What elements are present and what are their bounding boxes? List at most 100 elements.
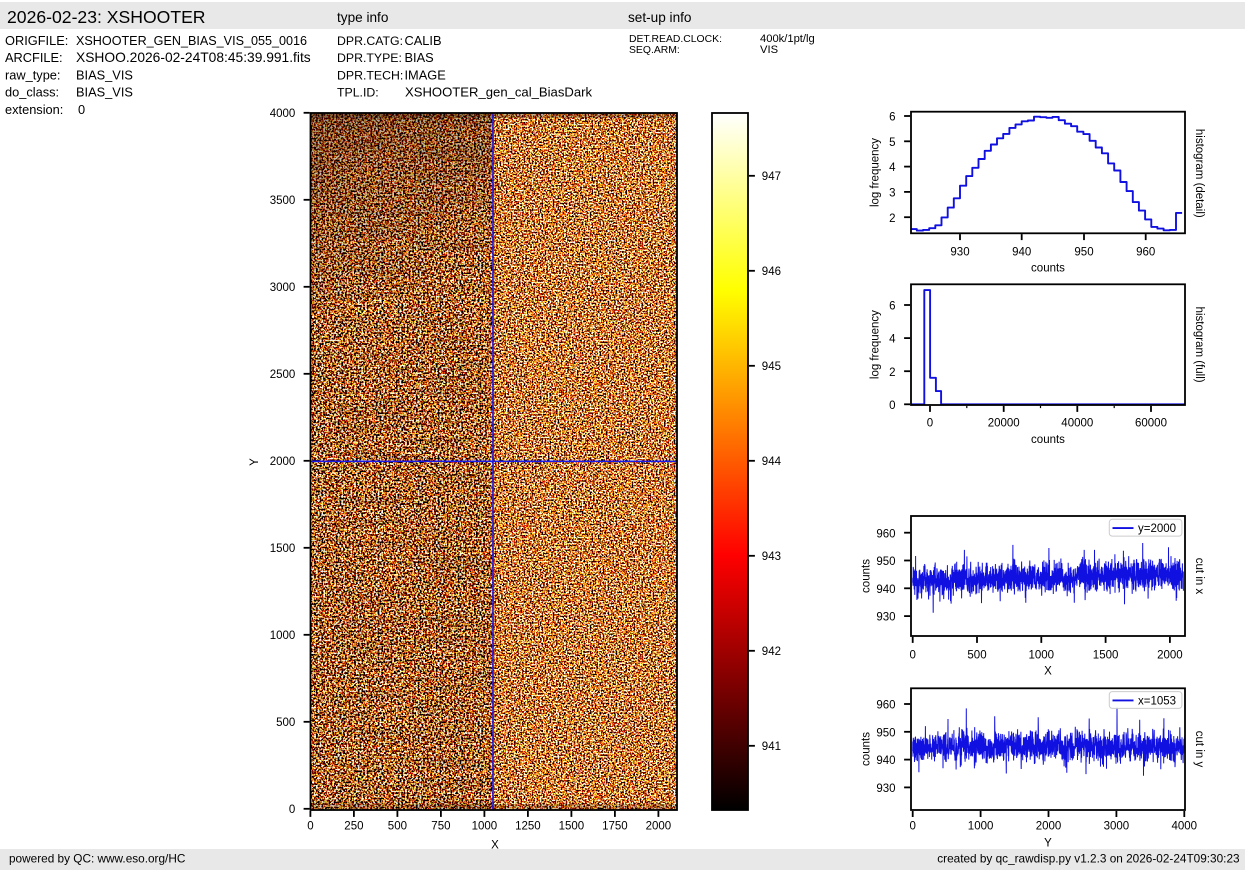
svg-text:histogram (detail): histogram (detail) <box>1193 129 1205 218</box>
svg-text:ARCFILE:: ARCFILE: <box>5 50 63 65</box>
svg-text:log frequency: log frequency <box>870 138 882 207</box>
svg-text:3500: 3500 <box>270 195 296 207</box>
svg-text:powered by QC: www.eso.org/HC: powered by QC: www.eso.org/HC <box>9 852 186 866</box>
svg-text:0: 0 <box>307 821 313 833</box>
svg-text:raw_type:: raw_type: <box>5 67 60 82</box>
svg-text:XSHOO.2026-02-24T08:45:39.991.: XSHOO.2026-02-24T08:45:39.991.fits <box>76 50 311 65</box>
svg-text:counts: counts <box>1031 263 1065 275</box>
svg-text:3: 3 <box>889 188 895 200</box>
svg-text:do_class:: do_class: <box>5 85 59 100</box>
svg-text:946: 946 <box>762 266 781 278</box>
svg-text:40000: 40000 <box>1061 418 1093 430</box>
svg-text:941: 941 <box>762 741 781 753</box>
svg-text:940: 940 <box>876 755 895 767</box>
svg-text:0: 0 <box>889 400 895 412</box>
svg-text:Y: Y <box>249 458 261 466</box>
svg-text:400k/1pt/lg: 400k/1pt/lg <box>760 33 815 45</box>
svg-text:2000: 2000 <box>270 456 296 468</box>
svg-text:cut in y: cut in y <box>1193 731 1205 768</box>
svg-text:3000: 3000 <box>1104 821 1130 833</box>
svg-text:750: 750 <box>431 821 450 833</box>
svg-text:3000: 3000 <box>270 282 296 294</box>
svg-text:BIAS: BIAS <box>405 50 434 65</box>
svg-text:1000: 1000 <box>968 821 994 833</box>
svg-text:942: 942 <box>762 646 781 658</box>
svg-text:2026-02-23: XSHOOTER: 2026-02-23: XSHOOTER <box>7 7 206 27</box>
svg-text:set-up info: set-up info <box>628 10 691 25</box>
svg-text:extension:: extension: <box>5 102 63 117</box>
svg-text:1500: 1500 <box>559 821 585 833</box>
svg-text:2: 2 <box>889 213 895 225</box>
svg-text:0: 0 <box>289 804 295 816</box>
svg-text:940: 940 <box>1012 246 1031 258</box>
svg-text:6: 6 <box>889 112 895 124</box>
svg-text:ORIGFILE:: ORIGFILE: <box>5 33 68 48</box>
svg-text:DPR.TYPE:: DPR.TYPE: <box>337 51 402 65</box>
svg-text:BIAS_VIS: BIAS_VIS <box>76 85 133 100</box>
svg-text:960: 960 <box>876 528 895 540</box>
svg-text:20000: 20000 <box>988 418 1020 430</box>
svg-text:TPL.ID:: TPL.ID: <box>337 86 379 100</box>
svg-text:60000: 60000 <box>1135 418 1167 430</box>
svg-text:950: 950 <box>876 556 895 568</box>
svg-text:DPR.TECH:: DPR.TECH: <box>337 68 403 82</box>
svg-text:histogram (full): histogram (full) <box>1193 307 1205 383</box>
svg-text:1000: 1000 <box>472 821 498 833</box>
svg-text:950: 950 <box>876 727 895 739</box>
svg-text:950: 950 <box>1074 246 1093 258</box>
svg-text:counts: counts <box>860 732 872 766</box>
svg-text:VIS: VIS <box>760 44 778 56</box>
svg-text:Y: Y <box>1044 838 1052 850</box>
svg-text:y=2000: y=2000 <box>1138 523 1176 535</box>
svg-text:4000: 4000 <box>270 108 296 120</box>
svg-text:2500: 2500 <box>270 369 296 381</box>
svg-text:1000: 1000 <box>1029 649 1055 661</box>
svg-text:500: 500 <box>276 717 295 729</box>
svg-text:1000: 1000 <box>270 630 296 642</box>
svg-text:2000: 2000 <box>1036 821 1062 833</box>
svg-text:1500: 1500 <box>1093 649 1119 661</box>
svg-text:930: 930 <box>876 783 895 795</box>
svg-text:0: 0 <box>78 102 85 117</box>
svg-text:6: 6 <box>889 301 895 313</box>
svg-text:945: 945 <box>762 361 781 373</box>
svg-text:4: 4 <box>889 334 896 346</box>
svg-text:930: 930 <box>950 246 969 258</box>
svg-text:500: 500 <box>388 821 407 833</box>
svg-text:counts: counts <box>860 559 872 593</box>
svg-text:XSHOOTER_gen_cal_BiasDark: XSHOOTER_gen_cal_BiasDark <box>405 85 592 100</box>
svg-text:4000: 4000 <box>1172 821 1198 833</box>
svg-text:4: 4 <box>889 162 896 174</box>
svg-text:1750: 1750 <box>602 821 628 833</box>
svg-text:0: 0 <box>909 821 915 833</box>
svg-text:930: 930 <box>876 612 895 624</box>
svg-text:5: 5 <box>889 137 895 149</box>
svg-text:2: 2 <box>889 367 895 379</box>
svg-text:DPR.CATG:: DPR.CATG: <box>337 34 403 48</box>
svg-text:cut in x: cut in x <box>1193 558 1205 595</box>
svg-text:IMAGE: IMAGE <box>405 67 446 82</box>
svg-text:1250: 1250 <box>515 821 541 833</box>
svg-text:250: 250 <box>344 821 363 833</box>
svg-text:log frequency: log frequency <box>870 310 882 379</box>
svg-text:0: 0 <box>927 418 933 430</box>
svg-text:940: 940 <box>876 584 895 596</box>
svg-text:BIAS_VIS: BIAS_VIS <box>76 67 133 82</box>
svg-text:943: 943 <box>762 551 781 563</box>
svg-text:XSHOOTER_GEN_BIAS_VIS_055_0016: XSHOOTER_GEN_BIAS_VIS_055_0016 <box>76 34 307 48</box>
svg-text:500: 500 <box>967 649 986 661</box>
svg-text:x=1053: x=1053 <box>1138 696 1176 708</box>
svg-text:X: X <box>491 840 499 852</box>
svg-text:type info: type info <box>337 10 388 25</box>
svg-text:created by qc_rawdisp.py v1.2.: created by qc_rawdisp.py v1.2.3 on 2026-… <box>937 851 1240 865</box>
svg-text:1500: 1500 <box>270 543 296 555</box>
svg-text:944: 944 <box>762 456 782 468</box>
svg-text:CALIB: CALIB <box>405 33 442 48</box>
svg-text:2000: 2000 <box>1157 649 1183 661</box>
svg-text:counts: counts <box>1031 434 1065 446</box>
svg-text:960: 960 <box>876 700 895 712</box>
svg-text:DET.READ.CLOCK:: DET.READ.CLOCK: <box>629 34 722 45</box>
svg-text:2000: 2000 <box>646 821 672 833</box>
svg-text:SEQ.ARM:: SEQ.ARM: <box>629 45 680 56</box>
svg-text:X: X <box>1044 666 1052 678</box>
